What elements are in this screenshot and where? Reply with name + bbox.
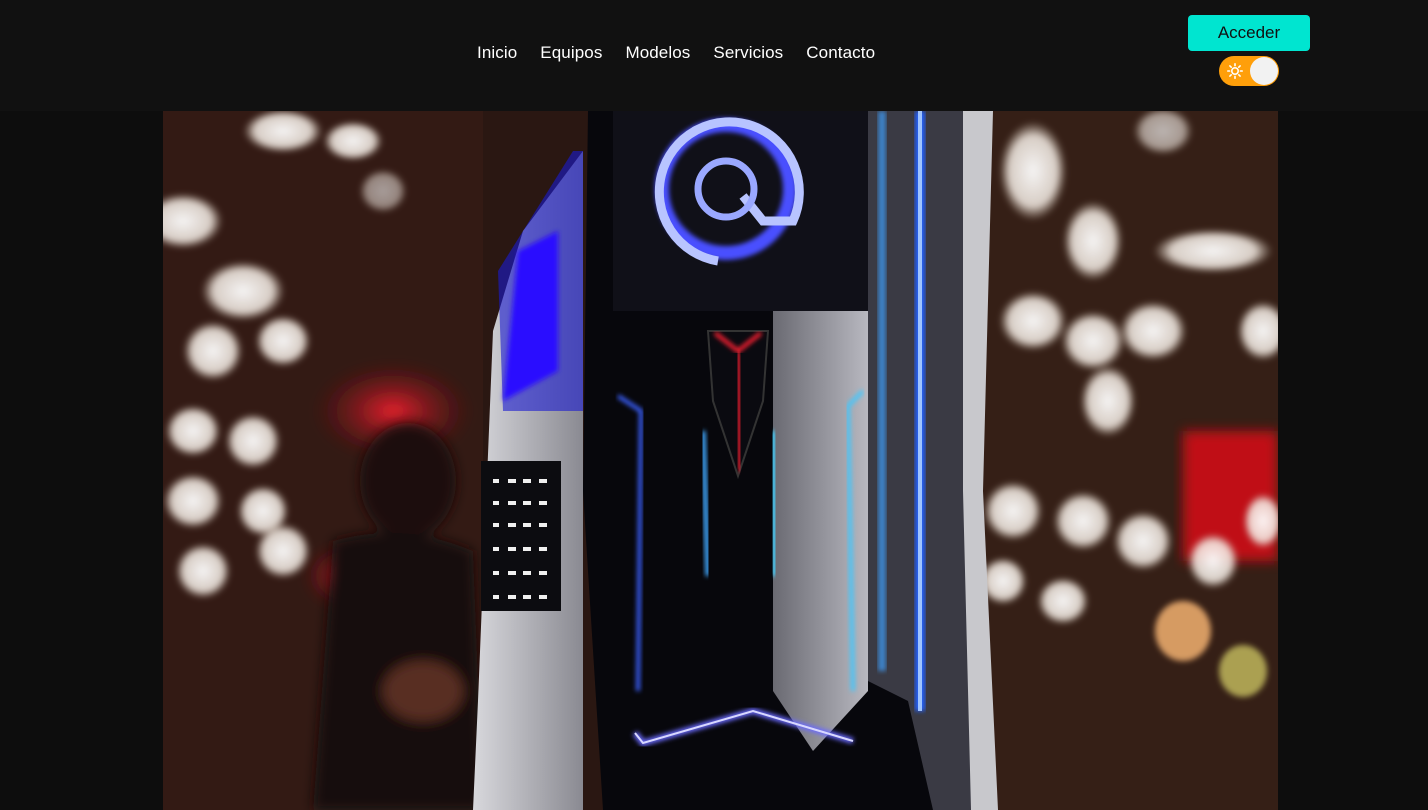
nav-link-inicio[interactable]: Inicio	[477, 43, 517, 63]
toggle-knob	[1250, 57, 1278, 85]
main-nav: Inicio Equipos Modelos Servicios Contact…	[477, 43, 875, 63]
nav-link-modelos[interactable]: Modelos	[625, 43, 690, 63]
theme-toggle[interactable]	[1219, 56, 1279, 86]
nav-link-servicios[interactable]: Servicios	[713, 43, 783, 63]
hero-image	[163, 111, 1278, 810]
nav-link-contacto[interactable]: Contacto	[806, 43, 875, 63]
nav-link-equipos[interactable]: Equipos	[540, 43, 602, 63]
site-header: Inicio Equipos Modelos Servicios Contact…	[0, 0, 1428, 111]
gaming-pc-tower-illustration	[163, 111, 1278, 810]
sun-icon	[1227, 63, 1243, 79]
login-button[interactable]: Acceder	[1188, 15, 1310, 51]
